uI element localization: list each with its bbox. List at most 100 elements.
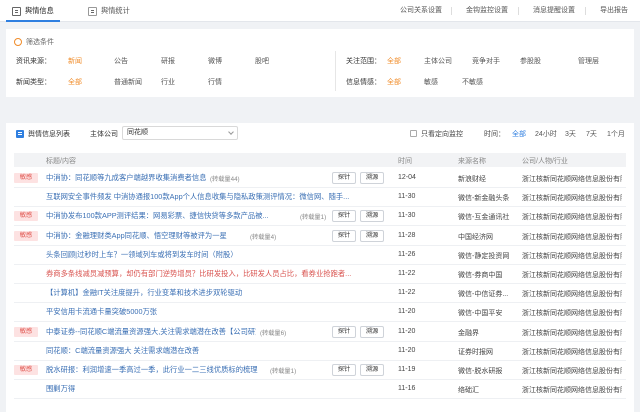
resource-option-forum[interactable]: 股吧 bbox=[255, 56, 269, 66]
tab-label: 舆情信息 bbox=[25, 6, 54, 15]
scope-option-all[interactable]: 全部 bbox=[387, 56, 401, 66]
row-source: 微信-券商中国 bbox=[458, 272, 503, 279]
time-option-7d[interactable]: 7天 bbox=[586, 129, 597, 139]
row-title-link[interactable]: 头条回顾|过秒时上车？一领域列车或将到发车时间（附股） bbox=[46, 250, 238, 260]
trace-source-button[interactable]: 溯源 bbox=[360, 229, 384, 242]
row-company[interactable]: 浙江核新同花顺网络信息股份有限... bbox=[522, 270, 622, 280]
row-company[interactable]: 浙江核新同花顺网络信息股份有限... bbox=[522, 251, 622, 261]
only-targeted-label: 只看定向监控 bbox=[421, 131, 463, 138]
table-row[interactable]: 敏感 中消协：金融理财类App同花顺、悟空理财等被评为一星 (转载量4) 探针 溯源 11… bbox=[14, 227, 626, 246]
news-type-option-market[interactable]: 行情 bbox=[208, 77, 222, 87]
col-org: 公司/人物/行业 bbox=[522, 158, 568, 165]
col-title: 标题/内容 bbox=[46, 158, 76, 165]
resource-option-weibo[interactable]: 微博 bbox=[208, 56, 222, 66]
divider bbox=[518, 7, 519, 15]
row-date: 11-22 bbox=[398, 289, 416, 297]
news-type-option-industry[interactable]: 行业 bbox=[161, 77, 175, 87]
reprint-count: (转载量4) bbox=[250, 233, 277, 241]
table-row[interactable]: 券商多条线减员减预算，却仍有部门逆势增员？比研发投入，比研发人员占比，看券业抢跑… bbox=[14, 265, 626, 284]
row-date: 12-04 bbox=[398, 174, 416, 181]
emotion-option-insensitive[interactable]: 不敏感 bbox=[462, 77, 483, 87]
reprint-count: (转载量1) bbox=[300, 214, 327, 222]
news-type-option-all[interactable]: 全部 bbox=[68, 77, 82, 87]
emotion-option-all[interactable]: 全部 bbox=[387, 77, 401, 87]
table-row[interactable]: 敏感 中消协：同花顺等九成客户端越界收集消费者信息 (转载量44) 探针 溯源 12-04… bbox=[14, 169, 626, 188]
row-source: 微信-静定投资网 bbox=[458, 252, 510, 260]
time-option-1m[interactable]: 1个月 bbox=[607, 129, 625, 139]
table-row[interactable]: 互联网安全事件频发 中消协通报100款App个人信息收集与隐私政策测评情况：微信… bbox=[14, 188, 626, 208]
row-company[interactable]: 浙江核新同花顺网络信息股份有限... bbox=[522, 193, 622, 203]
trace-source-button[interactable]: 溯源 bbox=[360, 210, 384, 223]
reprint-count: (转载量6) bbox=[260, 329, 287, 337]
tab-sentiment-info[interactable]: 舆情信息 bbox=[6, 0, 60, 22]
table-row[interactable]: 平安信用卡流通卡量突破5000万张 11-20 微信-中国平安 浙江核新同花顺网络信息… bbox=[14, 303, 626, 323]
row-title-link[interactable]: 中消协：金融理财类App同花顺、悟空理财等被评为一星 bbox=[46, 231, 227, 241]
row-title-link[interactable]: 平安信用卡流通卡量突破5000万张 bbox=[46, 307, 157, 317]
emotion-option-sensitive[interactable]: 敏感 bbox=[424, 77, 438, 87]
row-company[interactable]: 浙江核新同花顺网络信息股份有限... bbox=[522, 308, 622, 318]
link-export-report[interactable]: 导出报告 bbox=[600, 0, 628, 22]
sentiment-list-panel: 舆情信息列表 主体公司 同花顺 只看定向监控 时间： 全部 24小时 3天 7天… bbox=[6, 123, 634, 412]
table-row[interactable]: 头条回顾|过秒时上车？一领域列车或将到发车时间（附股） 11-26 微信-静定投资网… bbox=[14, 246, 626, 265]
row-company[interactable]: 浙江核新同花顺网络信息股份有限... bbox=[522, 174, 622, 184]
sensitive-badge: 敏感 bbox=[14, 211, 38, 222]
row-source: 微信-中国平安 bbox=[458, 310, 503, 318]
time-option-all[interactable]: 全部 bbox=[512, 129, 526, 139]
scope-option-shareholding[interactable]: 参股股 bbox=[520, 56, 541, 66]
link-notify-settings[interactable]: 消息提醒设置 bbox=[533, 0, 575, 22]
scope-option-management[interactable]: 管理层 bbox=[578, 56, 599, 66]
table-row[interactable]: 【计算机】金融IT关注度提升，行业变革和技术进步双轮驱动 11-22 微信-中信证券… bbox=[14, 284, 626, 304]
row-title-link[interactable]: 中消协：同花顺等九成客户端越界收集消费者信息 bbox=[46, 173, 206, 183]
probe-button[interactable]: 探针 bbox=[332, 364, 356, 376]
row-source: 微信-中信证券... bbox=[458, 291, 509, 299]
row-company[interactable]: 浙江核新同花顺网络信息股份有限... bbox=[522, 385, 622, 395]
only-targeted-checkbox[interactable] bbox=[410, 130, 417, 137]
probe-button[interactable]: 探针 bbox=[332, 229, 356, 242]
row-company[interactable]: 浙江核新同花顺网络信息股份有限... bbox=[522, 212, 622, 222]
row-title-link[interactable]: 互联网安全事件频发 中消协通报100款App个人信息收集与隐私政策测评情况：微信… bbox=[46, 192, 349, 202]
probe-button[interactable]: 探针 bbox=[332, 172, 356, 184]
row-date: 11-30 bbox=[398, 212, 416, 220]
sensitive-badge: 敏感 bbox=[14, 230, 38, 241]
row-title-link[interactable]: 中消协发布100款APP测评结果：网易彩票、捷信快贷等多款产品被... bbox=[46, 211, 269, 221]
time-option-3d[interactable]: 3天 bbox=[565, 129, 576, 139]
trace-source-button[interactable]: 溯源 bbox=[360, 172, 384, 184]
row-company[interactable]: 浙江核新同花顺网络信息股份有限... bbox=[522, 232, 622, 242]
row-company[interactable]: 浙江核新同花顺网络信息股份有限... bbox=[522, 328, 622, 338]
resource-option-news[interactable]: 新闻 bbox=[68, 56, 82, 66]
filter-panel: 筛选条件 资讯来源： 新闻 公告 研报 微博 股吧 新闻类型： 全部 普通新闻 … bbox=[6, 29, 634, 97]
scope-option-competitor[interactable]: 竞争对手 bbox=[472, 56, 500, 66]
trace-source-button[interactable]: 溯源 bbox=[360, 325, 384, 338]
filter-title: 筛选条件 bbox=[14, 37, 54, 47]
row-company[interactable]: 浙江核新同花顺网络信息股份有限... bbox=[522, 366, 622, 376]
emotion-label: 信息情感： bbox=[346, 79, 381, 86]
tab-sentiment-stats[interactable]: 舆情统计 bbox=[88, 0, 130, 22]
table-row[interactable]: 敏感 中消协发布100款APP测评结果：网易彩票、捷信快贷等多款产品被... (转载… bbox=[14, 207, 626, 227]
table-row[interactable]: 围剿万得 11-16 络础汇 浙江核新同花顺网络信息股份有限... bbox=[14, 380, 626, 400]
probe-button[interactable]: 探针 bbox=[332, 325, 356, 338]
company-select[interactable]: 同花顺 bbox=[122, 126, 238, 140]
row-date: 11-20 bbox=[398, 346, 416, 354]
time-option-24h[interactable]: 24小时 bbox=[535, 129, 557, 139]
table-row[interactable]: 敏感 中泰证券--同花顺C端流量资源强大,关注需求端潜在改善【公司研究】 (转载量6… bbox=[14, 323, 626, 342]
sensitive-badge: 敏感 bbox=[14, 365, 38, 375]
row-date: 11-22 bbox=[398, 270, 416, 277]
row-company[interactable]: 浙江核新同花顺网络信息股份有限... bbox=[522, 289, 622, 299]
table-row[interactable]: 敏感 脱水研报：利润增速一季高过一季，此行业一二三线优质标的梳理 (转载量1) 探针溯… bbox=[14, 361, 626, 380]
row-title-link[interactable]: 围剿万得 bbox=[46, 384, 75, 394]
row-title-link[interactable]: 同花顺：C端流量资源强大 关注需求端潜在改善 bbox=[46, 346, 199, 356]
resource-option-announcement[interactable]: 公告 bbox=[114, 56, 128, 66]
scope-option-main-company[interactable]: 主体公司 bbox=[424, 56, 452, 66]
probe-button[interactable]: 探针 bbox=[332, 210, 356, 223]
trace-source-button[interactable]: 溯源 bbox=[360, 364, 384, 376]
news-type-option-general[interactable]: 普通新闻 bbox=[114, 77, 142, 87]
row-title-link[interactable]: 脱水研报：利润增速一季高过一季，此行业一二三线优质标的梳理 bbox=[46, 365, 258, 375]
link-monitor-settings[interactable]: 金钩监控设置 bbox=[466, 0, 508, 22]
row-title-link[interactable]: 【计算机】金融IT关注度提升，行业变革和技术进步双轮驱动 bbox=[46, 288, 242, 298]
resource-option-research[interactable]: 研报 bbox=[161, 56, 175, 66]
row-title-link[interactable]: 中泰证券--同花顺C端流量资源强大,关注需求端潜在改善【公司研究】 bbox=[46, 327, 256, 337]
row-title-link[interactable]: 券商多条线减员减预算，却仍有部门逆势增员？比研发投入，比研发人员占比，看券业抢跑… bbox=[46, 269, 351, 279]
table-row[interactable]: 同花顺：C端流量资源强大 关注需求端潜在改善 11-20 证券时报网 浙江核新同花顺网… bbox=[14, 342, 626, 361]
row-company[interactable]: 浙江核新同花顺网络信息股份有限... bbox=[522, 347, 622, 357]
link-company-relation-settings[interactable]: 公司关系设置 bbox=[400, 0, 442, 22]
